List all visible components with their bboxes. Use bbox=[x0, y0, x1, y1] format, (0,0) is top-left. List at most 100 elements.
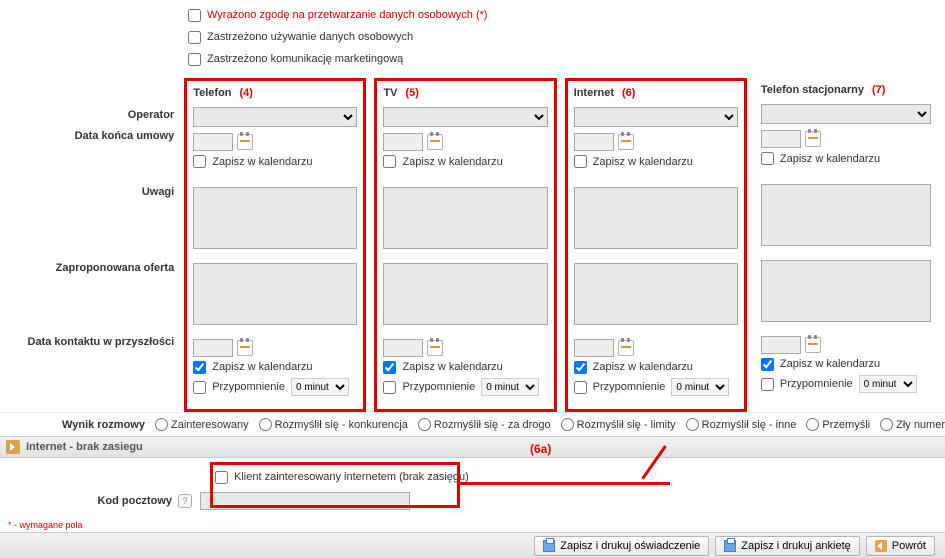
consent-marketing-checkbox[interactable] bbox=[188, 53, 201, 66]
future-save-calendar-label: Zapisz w kalendarzu bbox=[780, 358, 880, 370]
row-notes-label: Uwagi bbox=[142, 186, 174, 198]
result-row: Wynik rozmowy Zainteresowany Rozmyślił s… bbox=[0, 412, 945, 436]
future-save-calendar-checkbox[interactable] bbox=[193, 361, 206, 374]
consent-row-usage: Zastrzeżono używanie danych osobowych bbox=[0, 26, 945, 48]
end-date-input[interactable] bbox=[193, 133, 233, 151]
notes-textarea[interactable] bbox=[574, 187, 738, 249]
proposed-textarea[interactable] bbox=[761, 260, 931, 322]
result-radio[interactable] bbox=[880, 418, 893, 431]
operator-select[interactable] bbox=[193, 107, 357, 127]
future-date-input[interactable] bbox=[574, 339, 614, 357]
chevron-right-icon bbox=[6, 440, 20, 454]
calendar-icon[interactable] bbox=[618, 134, 634, 150]
result-option[interactable]: Rozmyślił się - za drogo bbox=[418, 418, 551, 431]
result-option[interactable]: Zainteresowany bbox=[155, 418, 249, 431]
save-calendar-checkbox[interactable] bbox=[761, 152, 774, 165]
future-date-input[interactable] bbox=[383, 339, 423, 357]
reminder-checkbox[interactable] bbox=[761, 378, 774, 391]
row-future-label: Data kontaktu w przyszłości bbox=[28, 336, 175, 348]
consent-usage-label: Zastrzeżono używanie danych osobowych bbox=[207, 31, 413, 43]
result-option[interactable]: Zły numer bbox=[880, 418, 945, 431]
save-print-survey-button[interactable]: Zapisz i drukuj ankietę bbox=[715, 536, 859, 556]
calendar-icon[interactable] bbox=[237, 134, 253, 150]
result-option[interactable]: Rozmyślił się - inne bbox=[686, 418, 797, 431]
section-internet-bar[interactable]: Internet - brak zasiegu bbox=[0, 436, 945, 458]
reminder-select[interactable]: 0 minut bbox=[291, 378, 349, 396]
postal-row: Kod pocztowy ? bbox=[0, 488, 945, 514]
result-option[interactable]: Rozmyślił się - limity bbox=[561, 418, 676, 431]
consent-processing-label: Wyrażono zgodę na przetwarzanie danych o… bbox=[207, 9, 488, 21]
service-title: Telefon bbox=[193, 87, 231, 99]
service-annot-num: (4) bbox=[240, 87, 253, 99]
result-radio[interactable] bbox=[418, 418, 431, 431]
section-internet-title: Internet - brak zasiegu bbox=[26, 441, 143, 453]
reminder-select[interactable]: 0 minut bbox=[481, 378, 539, 396]
calendar-icon[interactable] bbox=[805, 337, 821, 353]
calendar-icon[interactable] bbox=[427, 340, 443, 356]
consent-row-processing: Wyrażono zgodę na przetwarzanie danych o… bbox=[0, 4, 945, 26]
result-radio[interactable] bbox=[806, 418, 819, 431]
save-calendar-label: Zapisz w kalendarzu bbox=[780, 153, 880, 165]
end-date-input[interactable] bbox=[574, 133, 614, 151]
result-option[interactable]: Rozmyślił się - konkurencja bbox=[259, 418, 408, 431]
operator-select[interactable] bbox=[574, 107, 738, 127]
proposed-textarea[interactable] bbox=[193, 263, 357, 325]
end-date-input[interactable] bbox=[761, 130, 801, 148]
service-grid: Operator Data końca umowy Uwagi Zapropon… bbox=[0, 78, 945, 412]
bottom-toolbar: Zapisz i drukuj oświadczenie Zapisz i dr… bbox=[0, 532, 945, 558]
consent-processing-checkbox[interactable] bbox=[188, 9, 201, 22]
reminder-select[interactable]: 0 minut bbox=[859, 375, 917, 393]
notes-textarea[interactable] bbox=[383, 187, 547, 249]
result-radio[interactable] bbox=[686, 418, 699, 431]
consent-row-marketing: Zastrzeżono komunikację marketingową bbox=[0, 48, 945, 70]
future-save-calendar-checkbox[interactable] bbox=[761, 358, 774, 371]
row-operator-label: Operator bbox=[128, 109, 174, 121]
postal-input[interactable] bbox=[200, 492, 410, 510]
calendar-icon[interactable] bbox=[805, 131, 821, 147]
operator-select[interactable] bbox=[761, 104, 931, 124]
reminder-checkbox[interactable] bbox=[193, 381, 206, 394]
calendar-icon[interactable] bbox=[618, 340, 634, 356]
service-annot-num: (5) bbox=[406, 87, 419, 99]
save-calendar-checkbox[interactable] bbox=[193, 155, 206, 168]
save-calendar-label: Zapisz w kalendarzu bbox=[593, 156, 693, 168]
service-col-internet: Internet (6) Zapisz w kalendarzu Zapisz bbox=[565, 78, 747, 412]
client-interested-label: Klient zainteresowany internetem (brak z… bbox=[234, 471, 469, 483]
notes-textarea[interactable] bbox=[761, 184, 931, 246]
future-date-input[interactable] bbox=[761, 336, 801, 354]
postal-label: Kod pocztowy bbox=[8, 495, 178, 507]
annotation-line bbox=[460, 482, 670, 485]
reminder-checkbox[interactable] bbox=[383, 381, 396, 394]
save-print-statement-button[interactable]: Zapisz i drukuj oświadczenie bbox=[534, 536, 709, 556]
printer-icon bbox=[543, 540, 555, 552]
service-title: Internet bbox=[574, 87, 614, 99]
result-radio[interactable] bbox=[561, 418, 574, 431]
save-calendar-checkbox[interactable] bbox=[383, 155, 396, 168]
reminder-checkbox[interactable] bbox=[574, 381, 587, 394]
calendar-icon[interactable] bbox=[237, 340, 253, 356]
result-radio[interactable] bbox=[259, 418, 272, 431]
future-date-input[interactable] bbox=[193, 339, 233, 357]
save-calendar-checkbox[interactable] bbox=[574, 155, 587, 168]
result-option[interactable]: Przemyśli bbox=[806, 418, 870, 431]
service-title: TV bbox=[383, 87, 397, 99]
proposed-textarea[interactable] bbox=[383, 263, 547, 325]
help-icon[interactable]: ? bbox=[178, 494, 192, 508]
consent-usage-checkbox[interactable] bbox=[188, 31, 201, 44]
client-interested-checkbox[interactable] bbox=[215, 471, 228, 484]
result-radio[interactable] bbox=[155, 418, 168, 431]
calendar-icon[interactable] bbox=[427, 134, 443, 150]
future-save-calendar-label: Zapisz w kalendarzu bbox=[593, 361, 693, 373]
future-save-calendar-checkbox[interactable] bbox=[383, 361, 396, 374]
notes-textarea[interactable] bbox=[193, 187, 357, 249]
row-labels: Operator Data końca umowy Uwagi Zapropon… bbox=[8, 78, 184, 412]
service-header: Internet (6) bbox=[568, 81, 744, 105]
reminder-label: Przypomnienie bbox=[402, 381, 475, 393]
future-save-calendar-checkbox[interactable] bbox=[574, 361, 587, 374]
operator-select[interactable] bbox=[383, 107, 547, 127]
end-date-input[interactable] bbox=[383, 133, 423, 151]
reminder-select[interactable]: 0 minut bbox=[671, 378, 729, 396]
proposed-textarea[interactable] bbox=[574, 263, 738, 325]
service-title: Telefon stacjonarny bbox=[761, 84, 864, 96]
back-button[interactable]: Powrót bbox=[866, 536, 935, 556]
